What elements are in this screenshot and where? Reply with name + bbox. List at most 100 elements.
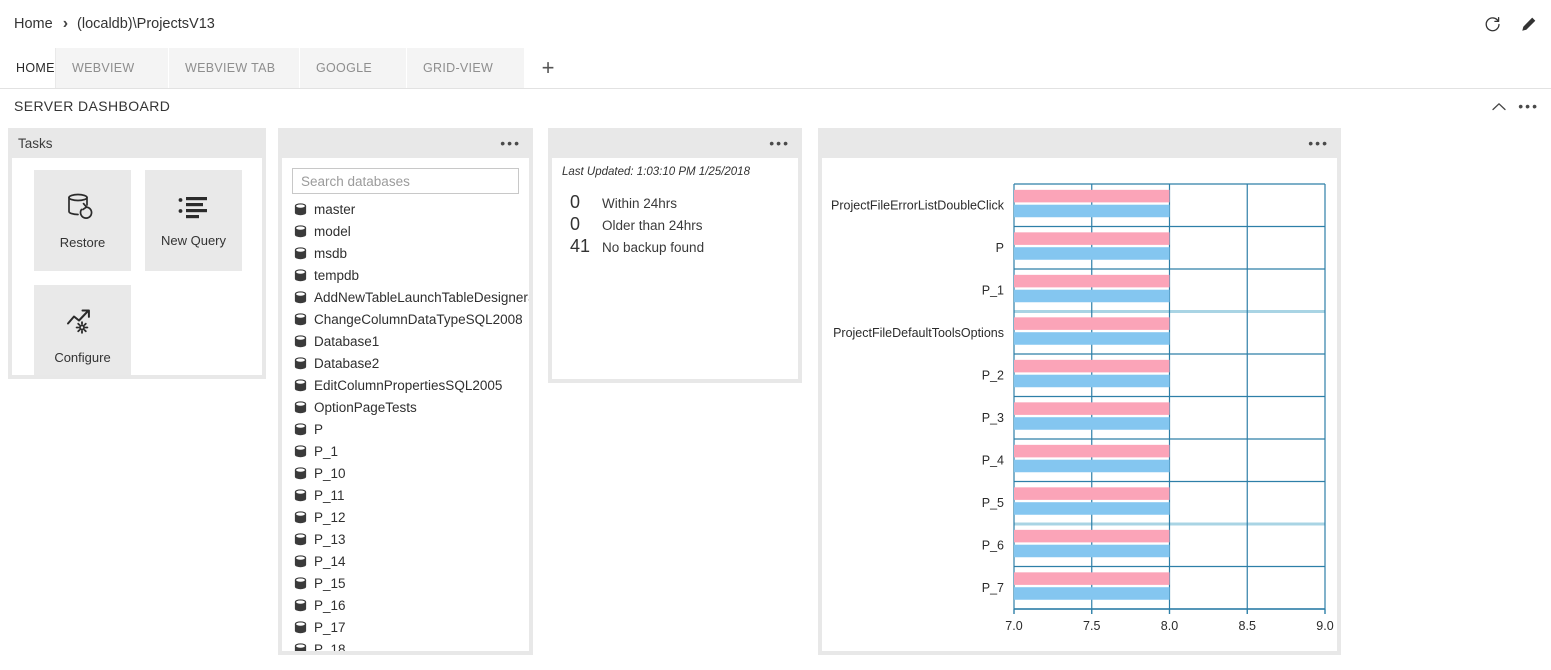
database-list-item[interactable]: Database2: [294, 352, 529, 374]
tab-webview-tab[interactable]: WEBVIEW TAB: [169, 48, 300, 88]
database-list-item[interactable]: P: [294, 418, 529, 440]
chart-bar[interactable]: [1014, 444, 1170, 458]
chart-bar[interactable]: [1014, 232, 1170, 245]
database-icon: [294, 422, 307, 435]
database-list-item[interactable]: master: [294, 198, 529, 220]
database-icon: [294, 444, 307, 457]
chart-bar[interactable]: [1014, 487, 1170, 500]
database-list-item-label: P_16: [314, 597, 346, 613]
last-updated-text: Last Updated: 1:03:10 PM 1/25/2018: [562, 166, 750, 178]
database-list-item[interactable]: Database1: [294, 330, 529, 352]
database-list-item[interactable]: ChangeColumnDataTypeSQL2008: [294, 308, 529, 330]
database-list-item-label: P_18: [314, 641, 346, 652]
database-list-item[interactable]: P_17: [294, 616, 529, 638]
chart-bar[interactable]: [1014, 189, 1170, 203]
database-list-item[interactable]: P_1: [294, 440, 529, 462]
search-input[interactable]: [292, 168, 519, 194]
backup-panel-header: •••: [548, 128, 802, 158]
database-list-item-label: P_13: [314, 531, 346, 547]
database-icon: [294, 224, 307, 237]
tab-google[interactable]: GOOGLE: [300, 48, 407, 88]
bar-chart[interactable]: ProjectFileErrorListDoubleClick P P_1 Proje…: [822, 158, 1337, 651]
chart-category-label: P_3: [982, 411, 1004, 425]
chart-bar[interactable]: [1014, 459, 1170, 473]
databases-panel-header: •••: [278, 128, 533, 158]
chart-bar[interactable]: [1014, 204, 1170, 218]
dashboard-menu-icon[interactable]: •••: [1518, 99, 1539, 113]
chart-bar[interactable]: [1014, 317, 1170, 330]
chart-bar[interactable]: [1014, 544, 1170, 558]
database-list-item[interactable]: P_12: [294, 506, 529, 528]
chart-x-tick-label: 8.0: [1161, 619, 1178, 633]
database-list-item[interactable]: model: [294, 220, 529, 242]
tasks-grid: Restore New Query Configure: [12, 158, 262, 375]
chart-category-label: ProjectFileDefaultToolsOptions: [833, 326, 1004, 340]
database-list-item[interactable]: P_11: [294, 484, 529, 506]
chart-bar[interactable]: [1014, 572, 1170, 585]
configure-task-label: Configure: [54, 349, 111, 365]
new-query-task-label: New Query: [160, 232, 227, 248]
databases-panel-menu-icon[interactable]: •••: [500, 136, 521, 150]
database-icon: [294, 246, 307, 259]
database-icon: [294, 334, 307, 347]
database-list-item-label: EditColumnPropertiesSQL2005: [314, 377, 503, 393]
chart-bar[interactable]: [1014, 502, 1170, 515]
chart-x-tick-label: 7.0: [1005, 619, 1022, 633]
chart-bar[interactable]: [1014, 359, 1170, 373]
tab-home[interactable]: HOME: [0, 48, 56, 88]
chart-bar[interactable]: [1014, 247, 1170, 260]
chart-x-tick-label: 8.5: [1239, 619, 1256, 633]
chart-category-label: P_5: [982, 496, 1004, 510]
databases-panel: ••• master model msdb tempdb AddNewTableLaun…: [278, 128, 533, 655]
top-actions: [1481, 0, 1539, 48]
database-list-item[interactable]: msdb: [294, 242, 529, 264]
backup-status-row: 0 Within 24hrs: [570, 192, 798, 214]
restore-task-tile[interactable]: Restore: [34, 170, 131, 271]
chart-bar[interactable]: [1014, 374, 1170, 388]
database-list-item[interactable]: P_16: [294, 594, 529, 616]
configure-task-tile[interactable]: Configure: [34, 285, 131, 375]
database-list-item[interactable]: P_13: [294, 528, 529, 550]
database-list-item[interactable]: P_18: [294, 638, 529, 651]
refresh-icon[interactable]: [1481, 13, 1503, 35]
database-list-item[interactable]: tempdb: [294, 264, 529, 286]
backup-status-panel: ••• Last Updated: 1:03:10 PM 1/25/2018 0…: [548, 128, 802, 383]
add-tab-button[interactable]: +: [525, 48, 571, 88]
configure-icon: [65, 307, 101, 342]
backup-panel-menu-icon[interactable]: •••: [769, 136, 790, 150]
chart-bar[interactable]: [1014, 332, 1170, 345]
tasks-panel: Tasks Restore New Query Configure: [8, 128, 266, 379]
chart-panel-body: ProjectFileErrorListDoubleClick P P_1 Proje…: [822, 158, 1337, 651]
database-list-item[interactable]: P_15: [294, 572, 529, 594]
chevron-up-icon[interactable]: [1492, 100, 1506, 113]
tab-webview[interactable]: WEBVIEW: [56, 48, 169, 88]
database-icon: [294, 576, 307, 589]
breadcrumb-home[interactable]: Home: [14, 16, 53, 32]
chart-bar[interactable]: [1014, 289, 1170, 303]
database-icon: [294, 488, 307, 501]
database-icon: [294, 620, 307, 633]
chart-category-label: P_7: [982, 581, 1004, 595]
chart-bar[interactable]: [1014, 529, 1170, 543]
breadcrumb-current[interactable]: (localdb)\ProjectsV13: [77, 16, 215, 32]
database-list-item[interactable]: P_14: [294, 550, 529, 572]
chart-bar[interactable]: [1014, 402, 1170, 415]
database-icon: [294, 290, 307, 303]
database-list-item-label: P: [314, 421, 324, 437]
database-list-item[interactable]: P_10: [294, 462, 529, 484]
database-list-item[interactable]: EditColumnPropertiesSQL2005: [294, 374, 529, 396]
new-query-task-tile[interactable]: New Query: [145, 170, 242, 271]
chart-panel-menu-icon[interactable]: •••: [1308, 136, 1329, 150]
tabstrip: HOME WEBVIEW WEBVIEW TAB GOOGLE GRID-VIE…: [0, 48, 1551, 89]
chart-bar[interactable]: [1014, 274, 1170, 288]
chart-x-tick-label: 9.0: [1316, 619, 1333, 633]
tab-grid-view[interactable]: GRID-VIEW: [407, 48, 525, 88]
chart-bar[interactable]: [1014, 587, 1170, 600]
dashboard-title-row: SERVER DASHBOARD •••: [0, 89, 1551, 123]
chart-bar[interactable]: [1014, 417, 1170, 430]
database-list-item[interactable]: OptionPageTests: [294, 396, 529, 418]
database-icon: [294, 268, 307, 281]
edit-icon[interactable]: [1517, 13, 1539, 35]
database-list-item[interactable]: AddNewTableLaunchTableDesignerS: [294, 286, 529, 308]
breadcrumb-bar: Home › (localdb)\ProjectsV13: [0, 0, 1551, 48]
